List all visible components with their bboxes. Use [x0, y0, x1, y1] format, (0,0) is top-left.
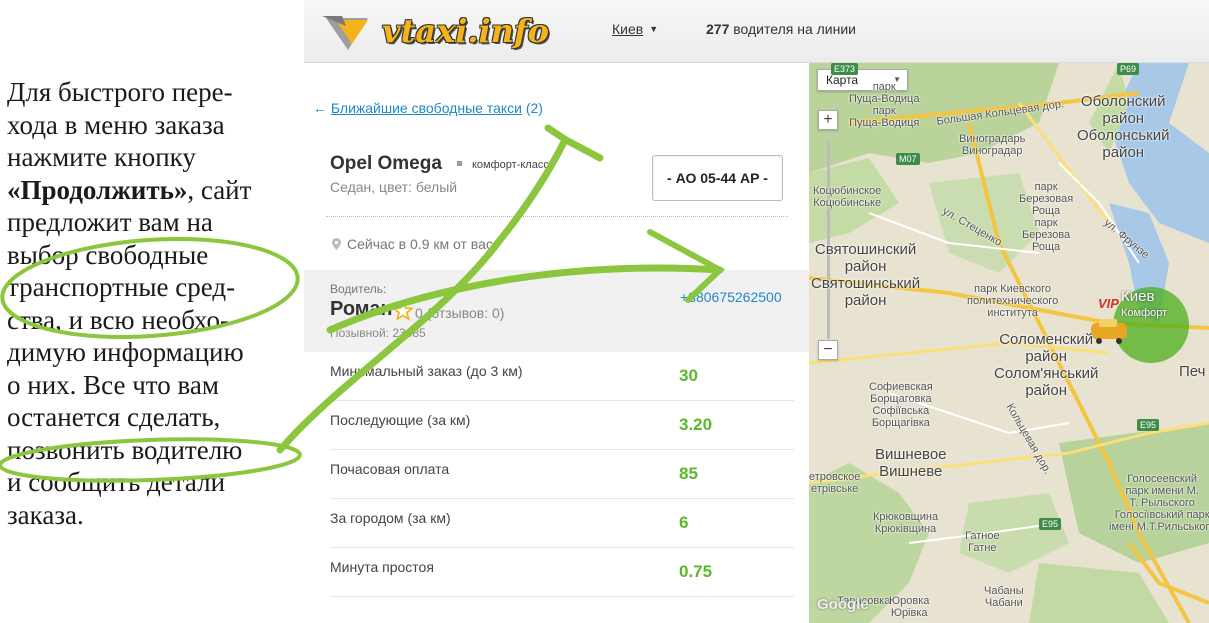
site-header: vtaxi.info Киев ▼ 277 водителя на линии [304, 0, 1209, 63]
tariff-label: Последующие (за км) [330, 412, 471, 428]
star-icon [393, 301, 413, 321]
car-class-label: комфорт-класс [472, 159, 549, 171]
zoom-in-button[interactable]: + [818, 110, 838, 130]
tariff-row: Минута простоя 0.75 [330, 548, 794, 597]
map-label: Крюковщина Крюківщина [873, 511, 939, 535]
chevron-down-icon: ▼ [649, 24, 659, 34]
instruction-line: димую информацию [7, 337, 244, 367]
license-plate: - АО 05-44 АР - [652, 155, 783, 201]
arrow-left-icon: ← [313, 100, 327, 116]
map-label: парк Березовая Роща парк Березова Роща [1019, 181, 1074, 253]
instruction-text: Для быстрого пере- хода в меню заказа на… [7, 76, 303, 531]
instruction-line: хода в меню заказа [7, 109, 225, 140]
driver-phone-link[interactable]: +380675262500 [680, 289, 782, 305]
tariff-value: 3.20 [679, 415, 713, 434]
car-name: Opel Omega [330, 153, 442, 174]
map-label: парк Киевского политехнического институт… [967, 283, 1059, 319]
map-label: Голосеевский парк имени М. Т. Рыльского … [1109, 473, 1209, 533]
bullet-icon [457, 161, 462, 166]
road-badge: P69 [1117, 63, 1140, 75]
instruction-line: нажмите кнопку [7, 142, 196, 172]
instruction-line: Для быстрого пере- [7, 77, 233, 107]
driver-name: Роман [330, 298, 393, 320]
continue-emphasis: «Продолжить» [7, 174, 188, 205]
taxi-details-panel: ← Ближайшие свободные такси (2) Opel Ome… [304, 63, 809, 623]
driver-rating: 0 (отзывов: 0) [415, 305, 505, 321]
back-to-list-link[interactable]: ← Ближайшие свободные такси (2) [313, 100, 543, 116]
map-label: Чабаны Чабани [984, 585, 1024, 609]
instruction-line: позвонить водителю [7, 434, 243, 465]
instruction-line: предложит вам на [7, 207, 213, 237]
road-badge: M07 [896, 153, 920, 165]
car-description: Седан, цвет: белый [330, 179, 458, 195]
instruction-line: выбор свободные [7, 239, 209, 270]
back-link-label[interactable]: Ближайшие свободные такси [331, 100, 522, 116]
divider [326, 216, 788, 217]
road-badge: E373 [831, 63, 859, 75]
map-label: Юровка Юрівка [889, 595, 930, 619]
car-class: комфорт-класс [457, 159, 549, 171]
google-logo: Google [817, 596, 869, 613]
location-text: Сейчас в 0.9 км от вас [347, 236, 493, 252]
instruction-line: о них. Все что вам [7, 369, 219, 400]
map-label: Вишневое Вишневе [875, 446, 947, 480]
instruction-line: заказа. [7, 499, 84, 530]
map-label: Печ [1179, 363, 1206, 380]
tariff-row: Почасовая оплата 85 [330, 450, 794, 499]
map-label: парк Пуща-Водица парк Пуща-Водиця [849, 81, 920, 129]
back-link-count: (2) [521, 100, 543, 116]
map[interactable]: Карта ▼ + − Оболонский район Оболонський … [809, 63, 1209, 623]
tariff-label: За городом (за км) [330, 510, 451, 526]
driver-card: Водитель: Роман 0 (отзывов: 0) Позывной:… [304, 270, 809, 352]
marker-line: Киев [1121, 288, 1155, 305]
instruction-line: и сообщить детали [7, 467, 226, 497]
instruction-fragment: , сайт [187, 174, 252, 205]
road-badge: E95 [1137, 419, 1160, 431]
road-badge: E95 [1039, 518, 1062, 530]
drivers-online: 277 водителя на линии [706, 21, 856, 37]
tariff-label: Минимальный заказ (до 3 км) [330, 363, 523, 379]
tariff-value: 85 [679, 464, 698, 483]
tariff-value: 30 [679, 366, 698, 385]
tariff-row: Последующие (за км) 3.20 [330, 401, 794, 450]
city-name: Киев [612, 21, 644, 37]
instruction-line: ства, и всю необхо- [7, 304, 229, 335]
logo-text: vtaxi.info [382, 12, 550, 50]
map-label: Святошинский район Святошинський район [811, 241, 921, 309]
instruction-line: «Продолжить», сайт [7, 174, 303, 207]
map-pin-icon [332, 238, 341, 250]
instruction-line: останется сделать, [7, 402, 221, 432]
zoom-out-button[interactable]: − [818, 340, 838, 360]
map-label: Соломенский район Солом'янський район [994, 331, 1099, 399]
tariff-value: 0.75 [679, 562, 713, 581]
tariff-label: Минута простоя [330, 559, 434, 575]
zoom-track[interactable] [827, 141, 830, 339]
logo-mark-icon [322, 16, 368, 50]
tariff-row: Минимальный заказ (до 3 км) 30 [330, 352, 794, 401]
tariff-row: За городом (за км) 6 [330, 499, 794, 548]
map-label: Оболонский район Оболонський район [1077, 93, 1170, 161]
site-logo[interactable]: vtaxi.info [322, 10, 590, 54]
taxi-marker-label[interactable]: Киев Комфорт [1121, 289, 1167, 321]
drivers-text: водителя на линии [729, 21, 856, 37]
car-location: Сейчас в 0.9 км от вас [332, 236, 493, 252]
instruction-line: транспортные сред- [7, 272, 236, 302]
vip-marker-label: VIP [1098, 296, 1119, 311]
map-label: Софиевская Борщаговка Софіївська Борщагі… [869, 381, 933, 429]
city-selector[interactable]: Киев ▼ [612, 21, 658, 37]
marker-line: Комфорт [1121, 307, 1168, 319]
tariff-label: Почасовая оплата [330, 461, 450, 477]
map-label: Коцюбинское Коцюбинське [813, 185, 882, 209]
map-label: Гатное Гатне [965, 530, 1000, 554]
driver-callsign: Позывной: 23685 [330, 326, 426, 340]
drivers-count: 277 [706, 21, 730, 37]
driver-label: Водитель: [330, 282, 387, 296]
map-label: етровское етрівське [809, 471, 861, 495]
map-label: Виноградарь Виноградар [959, 133, 1026, 157]
tariff-value: 6 [679, 513, 689, 532]
